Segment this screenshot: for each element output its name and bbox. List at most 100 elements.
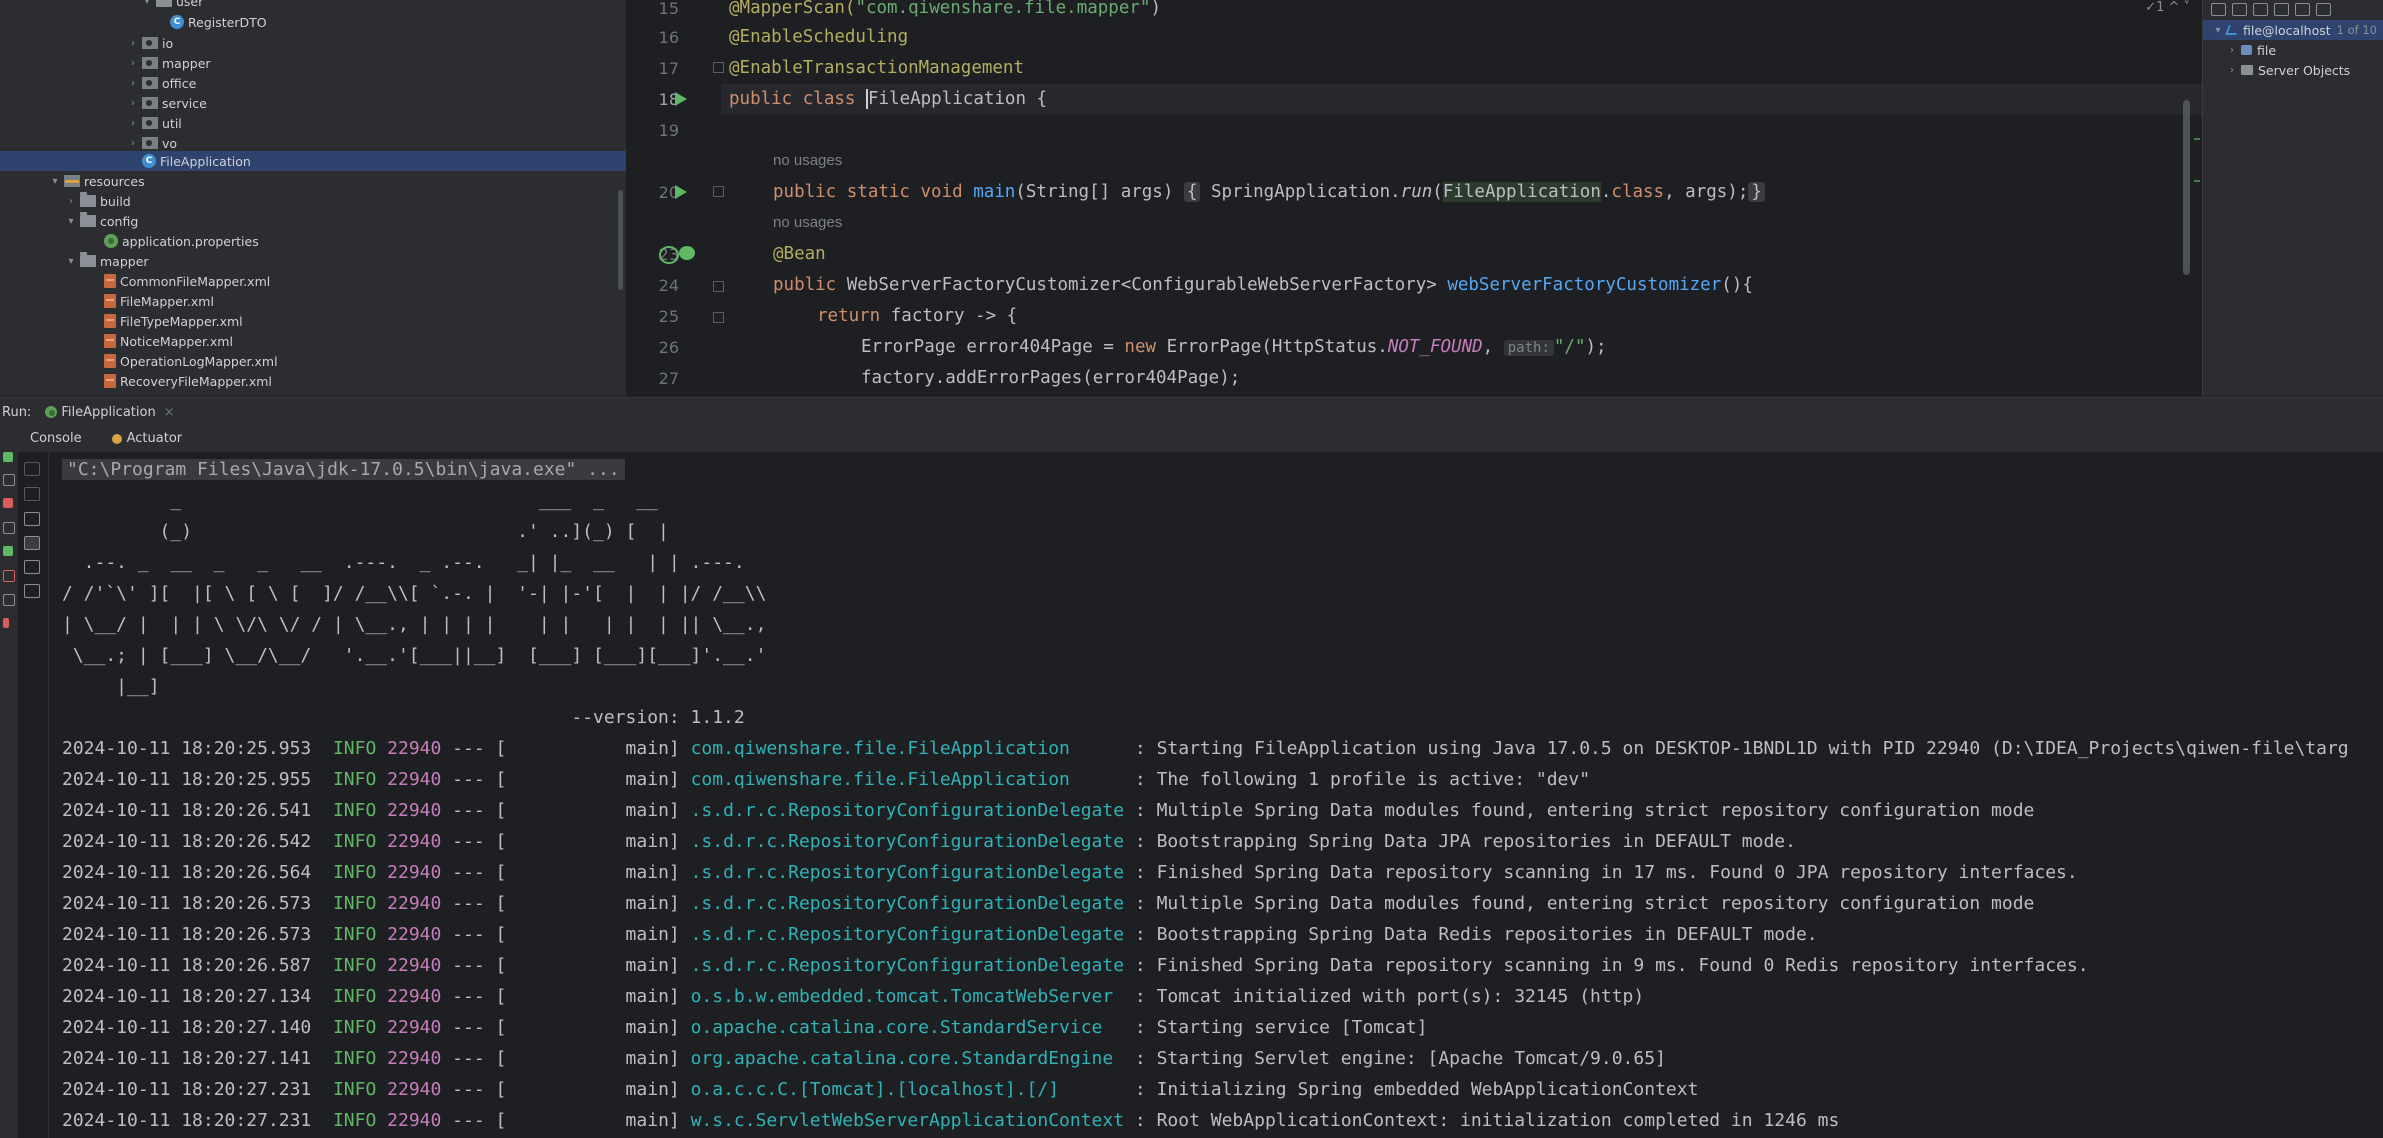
tree-item-xml[interactable]: RecoveryFileMapper.xml — [0, 371, 626, 391]
tree-item-io[interactable]: › io — [0, 33, 626, 53]
add-icon[interactable] — [2211, 2, 2226, 16]
settings-icon[interactable] — [3, 594, 15, 606]
tree-item-resources[interactable]: ▾ resources — [0, 171, 626, 191]
log-message: : Initializing Spring embedded WebApplic… — [1124, 1079, 1699, 1100]
fold-icon[interactable] — [713, 312, 724, 323]
chevron-right-icon[interactable]: › — [126, 58, 140, 69]
fold-icon[interactable] — [713, 62, 724, 73]
chevron-right-icon[interactable]: › — [126, 98, 140, 109]
spring-bean-icon[interactable] — [679, 246, 695, 260]
log-logger[interactable]: o.apache.catalina.core.StandardService — [691, 1017, 1124, 1038]
pin-icon[interactable] — [3, 618, 9, 628]
chevron-down-icon[interactable]: ▾ — [64, 256, 78, 267]
wrench-icon[interactable] — [3, 474, 15, 486]
log-logger[interactable]: .s.d.r.c.RepositoryConfigurationDelegate — [691, 893, 1124, 914]
soft-wrap-icon[interactable] — [24, 512, 40, 526]
camera-icon[interactable] — [3, 522, 15, 534]
chevron-right-icon[interactable]: › — [126, 138, 140, 149]
tree-item-xml[interactable]: NoticeMapper.xml — [0, 331, 626, 351]
exit-icon[interactable] — [3, 570, 15, 582]
tree-scrollbar[interactable] — [618, 190, 623, 290]
chevron-down-icon[interactable]: ▾ — [2211, 25, 2225, 36]
tree-item-user[interactable]: ▾ user — [0, 0, 626, 11]
log-logger[interactable]: .s.d.r.c.RepositoryConfigurationDelegate — [691, 924, 1124, 945]
tree-item-xml[interactable]: CommonFileMapper.xml — [0, 271, 626, 291]
log-logger[interactable]: com.qiwenshare.file.FileApplication — [691, 769, 1124, 790]
chevron-right-icon[interactable]: › — [64, 196, 78, 207]
tab-actuator[interactable]: Actuator — [111, 431, 182, 446]
usages-hint[interactable]: no usages — [773, 152, 842, 169]
chevron-right-icon[interactable]: › — [126, 78, 140, 89]
db-item-file-localhost[interactable]: ▾ file@localhost 1 of 10 — [2203, 20, 2383, 40]
run-class-icon[interactable] — [675, 92, 687, 106]
code-token: public class — [729, 89, 866, 109]
tree-item-fileapplication[interactable]: FileApplication — [0, 151, 626, 171]
log-logger[interactable]: .s.d.r.c.RepositoryConfigurationDelegate — [691, 800, 1124, 821]
close-icon[interactable]: × — [164, 405, 175, 420]
chevron-right-icon[interactable]: › — [2225, 65, 2239, 76]
log-logger[interactable]: .s.d.r.c.RepositoryConfigurationDelegate — [691, 955, 1124, 976]
console-output[interactable]: "C:\Program Files\Java\jdk-17.0.5\bin\ja… — [50, 452, 2383, 1138]
tree-item-config[interactable]: ▾ config — [0, 211, 626, 231]
log-logger[interactable]: o.a.c.c.C.[Tomcat].[localhost].[/] — [691, 1079, 1124, 1100]
tree-item-build[interactable]: › build — [0, 191, 626, 211]
fold-icon[interactable] — [713, 281, 724, 292]
code-editor[interactable]: 15 16 17 18 19 20 23 24 25 26 27 @Mapper… — [627, 0, 2202, 396]
tree-item-mapper-package[interactable]: › mapper — [0, 53, 626, 73]
log-logger[interactable]: o.s.b.w.embedded.tomcat.TomcatWebServer — [691, 986, 1124, 1007]
tab-console[interactable]: Console — [30, 431, 82, 446]
chevron-right-icon[interactable]: › — [126, 38, 140, 49]
tree-item-xml[interactable]: FileTypeMapper.xml — [0, 311, 626, 331]
fold-icon[interactable] — [713, 186, 724, 197]
tree-item-label: application.properties — [122, 233, 259, 249]
settings-icon[interactable] — [2274, 2, 2289, 16]
arrow-down-icon[interactable] — [24, 487, 40, 501]
log-message: : Multiple Spring Data modules found, en… — [1124, 893, 2035, 914]
refresh-icon[interactable] — [2253, 2, 2268, 16]
rerun-icon[interactable] — [3, 452, 13, 462]
tree-item-office[interactable]: › office — [0, 73, 626, 93]
db-item-server-objects[interactable]: › Server Objects — [2203, 60, 2383, 80]
tree-item-registerdto[interactable]: RegisterDTO — [0, 12, 626, 32]
restore-layout-icon[interactable] — [3, 546, 13, 556]
command-text[interactable]: "C:\Program Files\Java\jdk-17.0.5\bin\ja… — [62, 459, 625, 480]
stop-icon[interactable] — [3, 498, 13, 508]
chevron-down-icon[interactable]: ▾ — [48, 176, 62, 187]
bean-icon[interactable] — [659, 246, 679, 264]
usages-hint[interactable]: no usages — [773, 214, 842, 231]
log-logger[interactable]: .s.d.r.c.RepositoryConfigurationDelegate — [691, 831, 1124, 852]
editor-scrollbar[interactable] — [2183, 100, 2190, 275]
tree-item-service[interactable]: › service — [0, 93, 626, 113]
change-marker[interactable] — [2194, 138, 2200, 140]
xml-file-icon — [104, 334, 116, 348]
log-logger[interactable]: org.apache.catalina.core.StandardEngine — [691, 1048, 1124, 1069]
tree-item-mapper-folder[interactable]: ▾ mapper — [0, 251, 626, 271]
tree-item-application-properties[interactable]: application.properties — [0, 231, 626, 251]
run-main-icon[interactable] — [675, 185, 687, 199]
arrow-up-icon[interactable] — [24, 462, 40, 476]
tree-item-xml[interactable]: OperationLogMapper.xml — [0, 351, 626, 371]
chevron-down-icon[interactable]: ▾ — [140, 0, 154, 7]
tree-item-xml[interactable]: FileMapper.xml — [0, 291, 626, 311]
scroll-to-end-icon[interactable] — [24, 536, 40, 550]
log-message: : Root WebApplicationContext: initializa… — [1124, 1110, 1840, 1131]
code-token: "/" — [1553, 337, 1586, 357]
copy-icon[interactable] — [2232, 2, 2247, 16]
change-marker[interactable] — [2194, 180, 2200, 182]
log-logger[interactable]: .s.d.r.c.RepositoryConfigurationDelegate — [691, 862, 1124, 883]
log-logger[interactable]: w.s.c.ServletWebServerApplicationContext — [691, 1110, 1124, 1131]
print-icon[interactable] — [24, 560, 40, 574]
delete-icon[interactable] — [2316, 2, 2331, 16]
run-tab-fileapplication[interactable]: FileApplication × — [43, 405, 175, 420]
tree-item-util[interactable]: › util — [0, 113, 626, 133]
chevron-down-icon[interactable]: ▾ — [64, 216, 78, 227]
chevron-right-icon[interactable]: › — [126, 118, 140, 129]
chevron-right-icon[interactable]: › — [2225, 45, 2239, 56]
inspection-status[interactable]: ✓1 ^ ˅ — [2145, 0, 2190, 15]
log-logger[interactable]: com.qiwenshare.file.FileApplication — [691, 738, 1124, 759]
trash-icon[interactable] — [24, 584, 40, 598]
tree-item-label: util — [162, 115, 182, 131]
tree-item-vo[interactable]: › vo — [0, 133, 626, 153]
edit-icon[interactable] — [2295, 2, 2310, 16]
db-item-file[interactable]: › file — [2203, 40, 2383, 60]
